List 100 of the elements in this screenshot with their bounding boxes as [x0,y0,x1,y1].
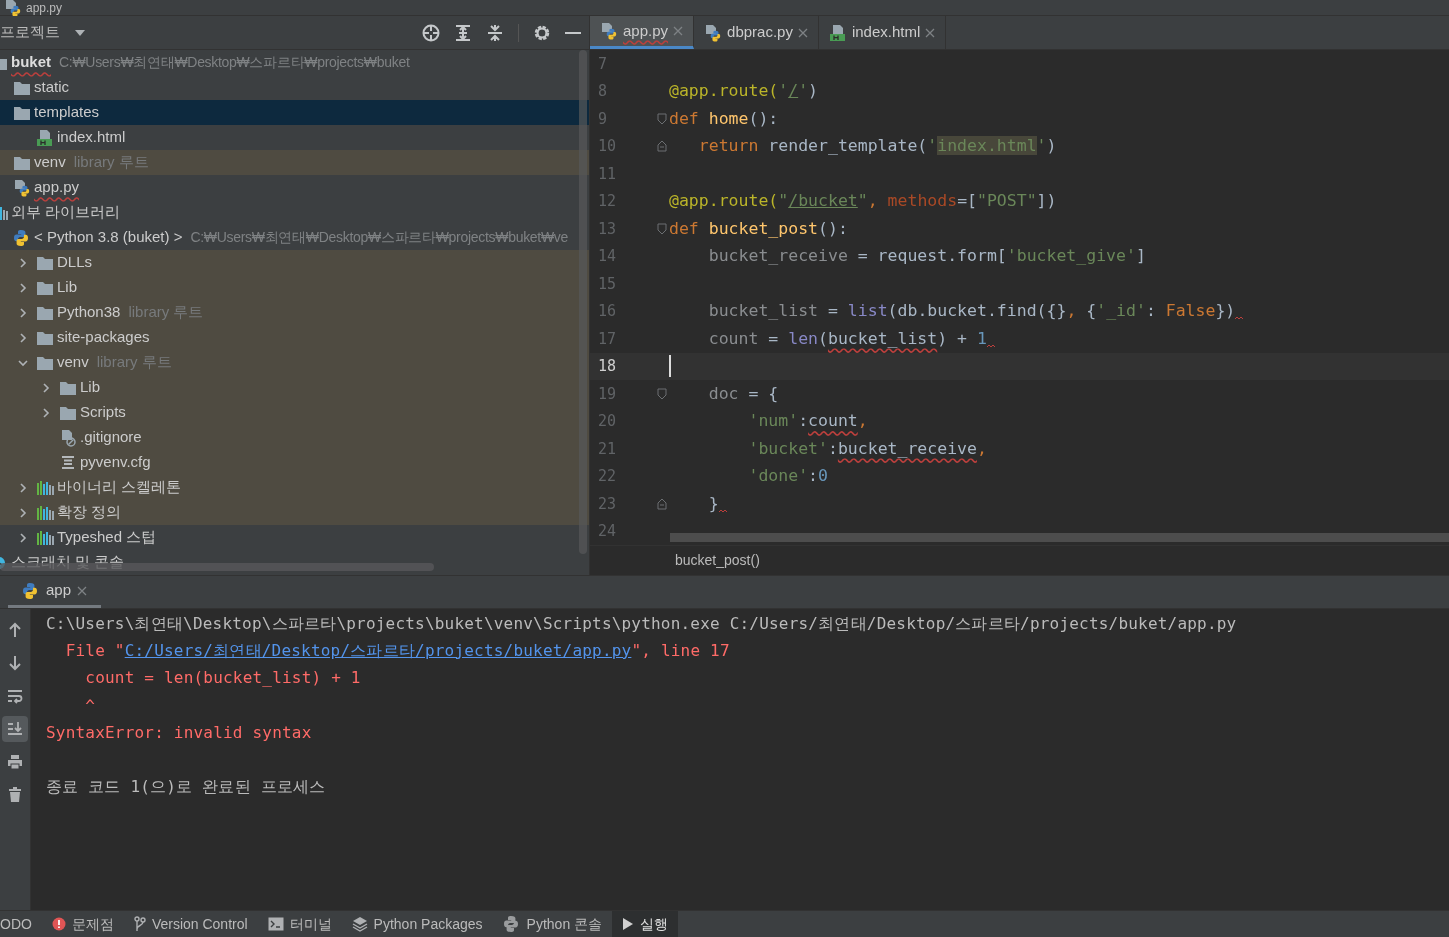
tree-label: < Python 3.8 (buket) > [34,227,183,248]
tree-item[interactable]: buket C:₩Users₩최연태₩Desktop₩스파르타₩projects₩buket [0,50,589,75]
close-icon[interactable] [925,27,936,38]
line-number: 14 [597,246,618,267]
fold-icon[interactable] [657,112,667,125]
minimize-icon[interactable] [565,30,581,35]
tool-window-button[interactable]: ODO [0,911,42,937]
breadcrumb[interactable]: bucket_post() [675,550,760,571]
tool-window-button[interactable]: Python 콘솔 [492,911,613,937]
line-number: 21 [597,438,618,460]
tree-label: buket [11,52,51,73]
chevron-right-icon[interactable] [40,406,52,419]
editor-tab[interactable]: dbprac.py [694,16,819,49]
line-number: 9 [597,108,609,130]
fold-icon[interactable] [657,222,667,235]
code-line: 'num':count, [747,410,868,433]
scrollbar[interactable] [579,50,587,554]
chevron-right-icon[interactable] [17,331,29,344]
folder-icon [36,254,54,271]
tool-window-button[interactable]: 터미널 [257,911,342,937]
tool-window-button[interactable]: 실행 [612,911,679,937]
caret-icon[interactable] [74,28,86,37]
file-link[interactable]: C:/Users/최연태/Desktop/스파르타/projects/buket/app.py [124,640,632,660]
chevron-right-icon[interactable] [17,531,29,544]
expand-all-icon[interactable] [454,23,472,42]
code-line: } [669,492,727,515]
tool-window-button[interactable]: 문제점 [41,911,124,937]
library-icon [36,504,54,521]
panel-title[interactable]: 프로젝트 [0,21,60,44]
tree-label: .gitignore [80,427,142,448]
tree-label: templates [34,102,100,123]
tree-label: pyvenv.cfg [80,452,151,473]
python-icon [502,915,521,933]
fold-icon[interactable] [657,497,667,510]
line-number: 8 [597,81,609,102]
tree-item[interactable]: site-packages [0,325,589,350]
exit-message: 종료 코드 1(으)로 완료된 프로세스 [46,776,326,799]
settings-icon[interactable] [533,23,551,42]
tree-item[interactable]: Typeshed 스텁 [0,525,589,550]
tree-item[interactable]: Lib [0,275,589,300]
chevron-right-icon[interactable] [40,381,52,394]
chevron-right-icon[interactable] [17,256,29,269]
chevron-right-icon[interactable] [17,281,29,294]
fold-icon[interactable] [657,140,667,153]
tree-hint: library 루트 [96,352,172,373]
scrollbar[interactable] [670,533,1449,542]
tree-item[interactable]: venv library 루트 [0,150,589,175]
folder-icon [36,279,54,296]
chevron-right-icon[interactable] [17,306,29,319]
code-line: def bucket_post(): [669,217,848,240]
target-icon[interactable] [422,23,440,42]
line-number: 18 [597,356,618,377]
file-title[interactable]: app.py [26,0,63,15]
line-number: 23 [597,493,618,515]
arrow-down-icon [7,655,23,671]
tree-label: DLLs [57,252,93,273]
tree-item[interactable]: index.html [0,125,589,150]
tree-item[interactable]: < Python 3.8 (buket) > C:₩Users₩최연태₩Desktop₩스파르타₩projects₩buket₩ve [0,225,589,250]
console-line: ^ [84,694,96,717]
fold-icon[interactable] [657,387,667,400]
tree-item[interactable]: app.py [0,175,589,200]
tree-item[interactable]: venv library 루트 [0,350,589,375]
text-lines-icon [60,454,76,471]
tree-item[interactable]: Scripts [0,400,589,425]
tree-item[interactable]: pyvenv.cfg [0,450,589,475]
tree-item[interactable]: templates [0,100,589,125]
line-number: 7 [597,53,609,75]
tree-path: C:₩Users₩최연태₩Desktop₩스파르타₩projects₩buket₩ve [190,228,568,247]
tool-window-button[interactable]: Version Control [123,911,258,937]
html-file-icon [828,23,847,42]
library-icon [36,529,54,546]
branch-icon [133,916,146,932]
code-line: return render_template('index.html') [697,135,1057,158]
chevron-right-icon[interactable] [17,506,29,519]
code-line: @app.route("/bucket", methods=["POST"]) [669,190,1057,213]
editor-tab[interactable]: app.py [590,16,695,49]
tree-item[interactable]: 외부 라이브러리 [0,200,589,225]
code-line: doc = { [707,382,779,405]
collapse-all-icon[interactable] [486,23,504,42]
printer-icon [7,754,23,770]
editor-tab[interactable]: index.html [818,16,947,49]
code-line: @app.route('/') [669,80,819,103]
tree-item[interactable]: Lib [0,375,589,400]
tree-hint: library 루트 [73,152,149,173]
tree-label: 확장 정의 [57,502,122,523]
tool-window-button[interactable]: Python Packages [341,911,493,937]
python-icon [13,228,31,247]
tree-item[interactable]: Python38 library 루트 [0,300,589,325]
line-number: 20 [597,411,618,432]
toolbar-button[interactable] [2,716,28,742]
close-icon[interactable] [797,27,808,38]
tree-label: 바이너리 스켈레톤 [57,477,182,498]
tree-item[interactable]: static [0,75,589,100]
chevron-right-icon[interactable] [17,481,29,494]
tree-label: Python38 [57,302,121,323]
tree-item[interactable]: 확장 정의 [0,500,589,525]
tree-item[interactable]: .gitignore [0,425,589,450]
tree-item[interactable]: 바이너리 스켈레톤 [0,475,589,500]
close-icon[interactable] [77,585,88,596]
tree-item[interactable]: DLLs [0,250,589,275]
